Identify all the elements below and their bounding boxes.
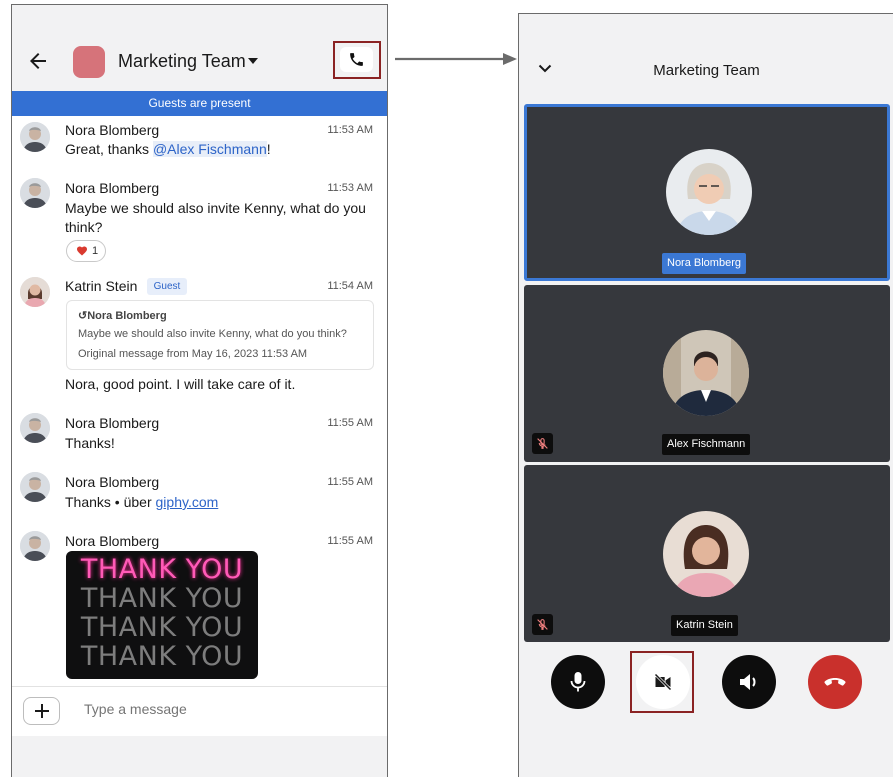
group-avatar [73,46,105,78]
message-input[interactable] [84,701,364,717]
video-off-icon [654,673,672,691]
call-screen: Marketing Team Nora Blomberg Alex Fischm… [518,13,893,777]
message-list[interactable]: Nora Blomberg 11:53 AM Great, thanks @Al… [12,116,387,686]
heart-icon [77,246,87,256]
gif-line: THANK YOU [80,554,244,585]
microphone-icon [570,672,586,692]
message-text: Thanks! [65,435,115,451]
call-title: Marketing Team [653,62,760,79]
quoted-meta: Original message from May 16, 2023 11:53… [78,348,308,360]
message-time: 11:53 AM [327,182,373,194]
message-author[interactable]: Nora Blomberg [65,533,159,549]
participant-name-label: Katrin Stein [671,615,738,636]
message-time: 11:55 AM [327,535,373,547]
giphy-link[interactable]: giphy.com [156,494,219,510]
screenshot-root: Marketing Team Guests are present Nora B… [0,0,893,777]
message-text: Great, thanks @Alex Fischmann! [65,141,271,157]
call-button-highlight [333,41,381,79]
user-avatar-katrin[interactable] [20,277,50,307]
speaker-icon [740,674,756,690]
attach-button[interactable] [23,697,60,725]
hang-up-button[interactable] [808,655,862,709]
message-composer [12,686,387,736]
message-author[interactable]: Nora Blomberg [65,474,159,490]
message-time: 11:54 AM [327,280,373,292]
microphone-button[interactable] [551,655,605,709]
chat-message: Nora Blomberg 11:55 AM Thanks • über gip… [12,468,387,527]
chat-header: Marketing Team [12,5,387,91]
gif-line: THANK YOU [80,612,244,643]
muted-mic-indicator [532,614,553,635]
message-time: 11:55 AM [327,476,373,488]
quoted-text: Maybe we should also invite Kenny, what … [78,328,347,340]
phone-icon [350,53,363,66]
user-avatar-nora[interactable] [20,413,50,443]
chat-message: Nora Blomberg 11:53 AM Maybe we should a… [12,172,387,269]
chat-message: Nora Blomberg 11:55 AM THANK YOU THANK Y… [12,527,387,686]
mic-off-icon [537,619,548,630]
chat-screen: Marketing Team Guests are present Nora B… [11,4,388,777]
chat-message: Nora Blomberg 11:53 AM Great, thanks @Al… [12,116,387,172]
message-time: 11:53 AM [327,124,373,136]
guests-present-banner: Guests are present [12,91,387,116]
end-call-icon [824,678,846,686]
message-author[interactable]: Katrin Stein [65,278,137,294]
message-author[interactable]: Nora Blomberg [65,180,159,196]
speaker-button[interactable] [722,655,776,709]
back-arrow-icon[interactable] [26,49,50,73]
muted-mic-indicator [532,433,553,454]
start-call-button[interactable] [340,47,373,72]
participant-tile-katrin[interactable]: Katrin Stein [524,465,890,642]
user-avatar-nora[interactable] [20,531,50,561]
caret-down-icon[interactable] [248,57,258,65]
quoted-author-row: ↺Nora Blomberg [78,310,167,322]
reply-icon: ↺ [78,310,88,322]
participant-photo [663,330,749,416]
conversation-title[interactable]: Marketing Team [118,51,246,72]
system-nav-area [12,736,387,777]
message-author[interactable]: Nora Blomberg [65,122,159,138]
user-mention[interactable]: @Alex Fischmann [152,141,267,157]
user-avatar-nora[interactable] [20,472,50,502]
user-avatar-nora[interactable] [20,178,50,208]
participant-tile-nora[interactable]: Nora Blomberg [524,104,890,281]
quoted-message[interactable]: ↺Nora Blomberg Maybe we should also invi… [66,300,374,370]
participant-tile-alex[interactable]: Alex Fischmann [524,285,890,462]
participant-photo [663,511,749,597]
user-avatar-nora[interactable] [20,122,50,152]
flow-arrow [395,53,517,65]
message-text: Maybe we should also invite Kenny, what … [65,200,366,235]
camera-toggle-button[interactable] [636,655,690,709]
guest-badge: Guest [147,278,187,295]
participant-photo [666,149,752,235]
message-text: Nora, good point. I will take care of it… [65,376,296,392]
reaction-count: 1 [92,245,99,257]
gif-line: THANK YOU [80,641,244,672]
message-author[interactable]: Nora Blomberg [65,415,159,431]
plus-icon [35,704,49,718]
participant-name-label: Nora Blomberg [662,253,746,274]
reaction-chip[interactable]: 1 [66,240,106,262]
chat-message: Katrin Stein Guest 11:54 AM ↺Nora Blombe… [12,269,387,409]
message-text: Thanks • über giphy.com [65,494,219,510]
mic-off-icon [537,438,548,449]
gif-line: THANK YOU [80,583,244,614]
chat-message: Nora Blomberg 11:55 AM Thanks! [12,409,387,468]
participant-name-label: Alex Fischmann [662,434,751,455]
message-time: 11:55 AM [327,417,373,429]
gif-image[interactable]: THANK YOU THANK YOU THANK YOU THANK YOU [66,551,258,679]
